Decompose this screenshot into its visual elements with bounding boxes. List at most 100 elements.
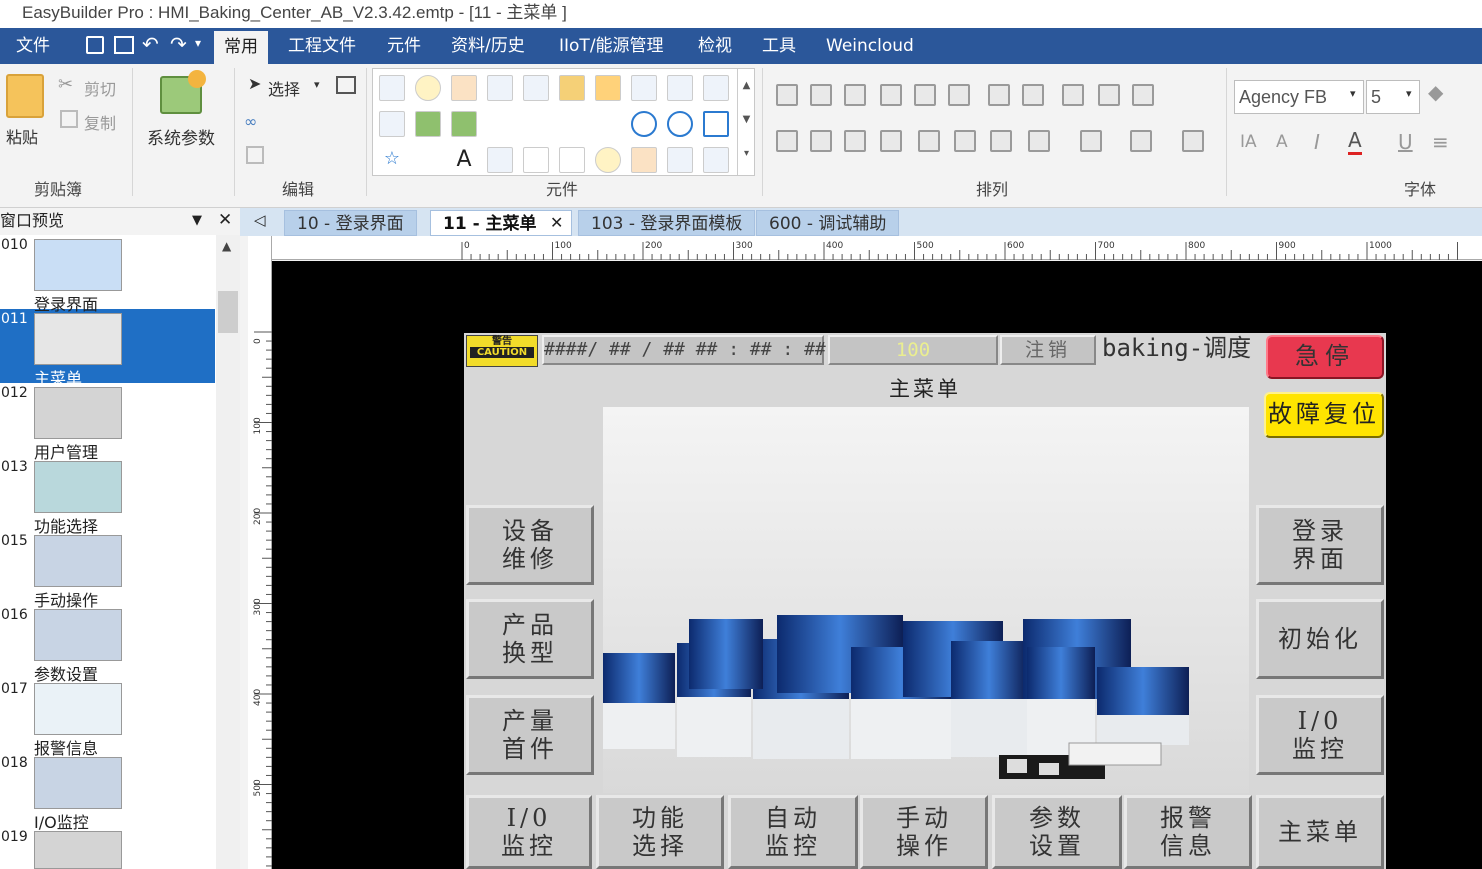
list-item-label[interactable]: 手动操作: [34, 587, 98, 611]
list-item-thumbnail[interactable]: [34, 313, 122, 365]
list-item-thumbnail[interactable]: [34, 239, 122, 291]
list-item-thumbnail[interactable]: [34, 831, 122, 869]
layer-order-icon[interactable]: [1028, 130, 1050, 152]
align-center-icon[interactable]: [810, 84, 832, 106]
italic-icon[interactable]: I: [1314, 130, 1320, 154]
same-height-icon[interactable]: [810, 130, 832, 152]
list-item-label[interactable]: 用户管理: [34, 439, 98, 463]
list-item-thumbnail[interactable]: [34, 535, 122, 587]
login-screen-button[interactable]: 登录 界面: [1256, 505, 1384, 585]
bulb-icon[interactable]: [415, 75, 441, 101]
main-menu-button[interactable]: 主菜单: [1256, 795, 1384, 869]
tab-login-template[interactable]: 103 - 登录界面模板: [578, 210, 756, 236]
system-parameters-button[interactable]: 系统参数: [147, 124, 215, 149]
numeric-display-icon[interactable]: [487, 75, 513, 101]
paste-button[interactable]: 粘贴: [6, 124, 38, 148]
quick-access-dropdown-icon[interactable]: ▾: [195, 36, 201, 50]
pin-icon[interactable]: [990, 130, 1012, 152]
duplicate-icon[interactable]: [246, 146, 264, 164]
align-bottom-icon[interactable]: [948, 84, 970, 106]
manual-operation-button[interactable]: 手动 操作: [860, 795, 988, 869]
window-icon[interactable]: [336, 76, 356, 94]
font-family-dropdown-icon[interactable]: ▾: [1350, 87, 1356, 100]
grow-font-icon[interactable]: ⅠA: [1240, 132, 1257, 152]
gallery-scroll-icon[interactable]: ▲ ▼ ▾: [737, 69, 755, 175]
indicator-icon[interactable]: [451, 75, 477, 101]
io-monitor-button[interactable]: I/0 监控: [1256, 695, 1384, 775]
align-top-icon[interactable]: [880, 84, 902, 106]
rectangle-icon[interactable]: [703, 111, 729, 137]
font-color-icon[interactable]: A: [1348, 128, 1362, 155]
text-object-icon[interactable]: [631, 75, 657, 101]
function-key-icon[interactable]: [559, 75, 585, 101]
position-xy-icon[interactable]: [1132, 84, 1154, 106]
list-item-label[interactable]: I/O监控: [34, 809, 89, 833]
distribute-vertical-icon[interactable]: [988, 84, 1010, 106]
menu-objects[interactable]: 元件: [377, 28, 431, 64]
multi-state-icon[interactable]: [595, 75, 621, 101]
panel-dropdown-icon[interactable]: ▼: [192, 208, 202, 234]
same-size-icon[interactable]: [844, 130, 866, 152]
save-as-icon[interactable]: [114, 36, 134, 54]
select-button[interactable]: 选择: [268, 76, 300, 100]
list-item-label[interactable]: 主菜单: [34, 365, 82, 389]
slider-icon[interactable]: [703, 75, 729, 101]
close-tab-icon[interactable]: ✕: [550, 213, 563, 232]
same-width-icon[interactable]: [776, 130, 798, 152]
menu-view[interactable]: 检视: [688, 28, 742, 64]
logout-button[interactable]: 注销: [1000, 335, 1096, 365]
align-middle-icon[interactable]: [914, 84, 936, 106]
menu-project[interactable]: 工程文件: [278, 28, 366, 64]
send-backward-icon[interactable]: [1130, 130, 1152, 152]
list-item-label[interactable]: 报警信息: [34, 735, 98, 759]
parameter-settings-button[interactable]: 参数 设置: [992, 795, 1122, 869]
cut-button[interactable]: 剪切: [84, 76, 116, 100]
frame-icon[interactable]: [523, 147, 549, 173]
output-first-piece-button[interactable]: 产量 首件: [466, 695, 594, 775]
polyline-icon[interactable]: [523, 111, 549, 137]
indicator-icon[interactable]: [631, 147, 657, 173]
equipment-maintenance-button[interactable]: 设备 维修: [466, 505, 594, 585]
list-item-thumbnail[interactable]: [34, 461, 122, 513]
list-item-label[interactable]: 参数设置: [34, 661, 98, 685]
line-icon[interactable]: [487, 111, 513, 137]
list-icon[interactable]: [667, 75, 693, 101]
arc-icon[interactable]: [595, 111, 621, 137]
scroll-thumb[interactable]: [218, 291, 238, 333]
panel-scrollbar[interactable]: ▲: [216, 235, 240, 869]
product-changeover-button[interactable]: 产品 换型: [466, 599, 594, 679]
list-item-label[interactable]: 功能选择: [34, 513, 98, 537]
copy-button[interactable]: 复制: [84, 110, 116, 134]
font-size-dropdown-icon[interactable]: ▾: [1406, 87, 1412, 100]
numeric-display-icon[interactable]: [667, 147, 693, 173]
auto-monitor-button[interactable]: 自动 监控: [728, 795, 858, 869]
function-select-button[interactable]: 功能 选择: [596, 795, 724, 869]
picture-icon[interactable]: [487, 147, 513, 173]
bring-forward-icon[interactable]: [1080, 130, 1102, 152]
underline-icon[interactable]: U: [1398, 130, 1413, 154]
menu-home[interactable]: 常用: [214, 31, 268, 64]
grid-icon[interactable]: [559, 147, 585, 173]
save-icon[interactable]: [86, 36, 104, 54]
scatter-icon[interactable]: [415, 147, 441, 173]
menu-iiot[interactable]: IIoT/能源管理: [549, 28, 674, 64]
redo-icon[interactable]: ↷: [170, 32, 187, 56]
scroll-up-icon[interactable]: ▲: [222, 239, 231, 253]
paste-icon[interactable]: [6, 74, 44, 118]
flip-icon[interactable]: [1182, 130, 1204, 152]
align-text-icon[interactable]: ≡: [1432, 130, 1449, 154]
distribute-horizontal-icon[interactable]: [1022, 84, 1044, 106]
center-vertical-icon[interactable]: [1098, 84, 1120, 106]
star-icon[interactable]: ☆: [379, 147, 405, 173]
alarm-info-button[interactable]: 报警 信息: [1124, 795, 1252, 869]
group-objects-icon[interactable]: [918, 130, 940, 152]
list-item-thumbnail[interactable]: [34, 387, 122, 439]
center-horizontal-icon[interactable]: [1062, 84, 1084, 106]
align-left-icon[interactable]: [776, 84, 798, 106]
pie-icon[interactable]: [667, 111, 693, 137]
bottom-io-monitor-button[interactable]: I/0 监控: [466, 795, 592, 869]
tab-scroll-left-icon[interactable]: ◁: [254, 211, 266, 229]
menu-tools[interactable]: 工具: [752, 28, 806, 64]
menu-data-history[interactable]: 资料/历史: [441, 28, 535, 64]
close-icon[interactable]: ✕: [218, 207, 232, 233]
